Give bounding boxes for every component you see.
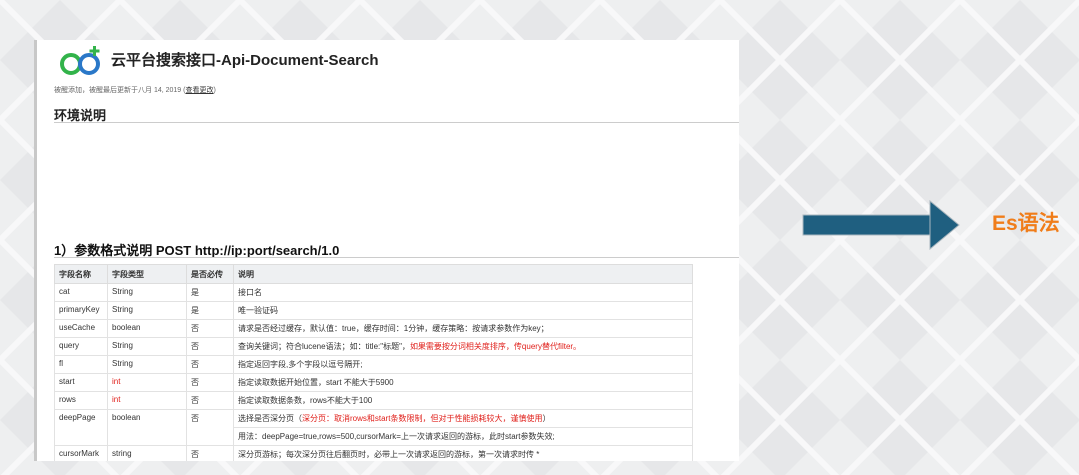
required-cell: 否 <box>186 319 234 338</box>
description-cell: 指定读取数据条数，rows不能大于100 <box>233 391 693 410</box>
view-changes-link[interactable]: 查看更改 <box>186 87 214 94</box>
column-header: 字段名称 <box>54 264 108 284</box>
column-header: 字段类型 <box>107 264 187 284</box>
required-cell: 否 <box>186 373 234 392</box>
field-type-cell: string <box>107 445 187 461</box>
table-row: deepPage boolean 否选择是否深分页（深分页：取消rows和start… <box>54 409 693 446</box>
field-name-cell: cat <box>54 283 108 302</box>
logo-icon <box>60 46 100 75</box>
field-name-cell: deepPage <box>54 409 108 446</box>
field-type-cell: int <box>107 391 187 410</box>
description-text: 接口名 <box>238 288 262 297</box>
field-type-cell: boolean <box>107 409 187 446</box>
field-name-cell: primaryKey <box>54 301 108 320</box>
description-text: 请求是否经过缓存，默认值：true，缓存时间：1分钟，缓存策略：按请求参数作为k… <box>238 324 549 333</box>
page-metadata: 被醒添加，被醒最后更新于八月 14, 2019 (查看更改) <box>54 85 216 95</box>
required-cell: 否 <box>186 337 234 356</box>
required-cell: 是 <box>186 283 234 302</box>
field-name-cell: useCache <box>54 319 108 338</box>
field-type-cell: int <box>107 373 187 392</box>
description-text: 指定读取数据开始位置，start 不能大于5900 <box>238 378 394 387</box>
required-cell: 是 <box>186 301 234 320</box>
description-text: 指定读取数据条数，rows不能大于100 <box>238 396 373 405</box>
description-cell: 接口名 <box>233 283 693 302</box>
field-type-cell: String <box>107 283 187 302</box>
required-cell: 否 <box>186 445 234 461</box>
required-cell: 否 <box>186 409 234 446</box>
field-name-cell: fl <box>54 355 108 374</box>
table-header-row: 字段名称 字段类型 是否必传 说明 <box>54 264 693 284</box>
table-row: cat String 是接口名 <box>54 283 693 302</box>
field-name-cell: start <box>54 373 108 392</box>
document-screenshot: 云平台搜索接口-Api-Document-Search 被醒添加，被醒最后更新于… <box>34 40 739 461</box>
meta-paren-close: ) <box>213 87 216 94</box>
description-cell: 请求是否经过缓存，默认值：true，缓存时间：1分钟，缓存策略：按请求参数作为k… <box>233 319 693 338</box>
description-cell: 选择是否深分页（深分页：取消rows和start条数限制，但对于性能损耗较大，谨… <box>233 409 693 428</box>
field-name-cell: cursorMark <box>54 445 108 461</box>
table-row: start int 否指定读取数据开始位置，start 不能大于5900 <box>54 373 693 392</box>
description-tail: ） <box>542 414 551 423</box>
description-cell: 深分页游标；每次深分页往后翻页时，必带上一次请求返回的游标，第一次请求时传 * <box>233 445 693 461</box>
required-cell: 否 <box>186 391 234 410</box>
table-row: cursorMark string 否深分页游标；每次深分页往后翻页时，必带上一次请… <box>54 445 693 461</box>
description-cell: 指定返回字段,多个字段以逗号隔开; <box>233 355 693 374</box>
description-text: 选择是否深分页（ <box>238 414 302 423</box>
table-row: fl String 否指定返回字段,多个字段以逗号隔开; <box>54 355 693 374</box>
description-highlight: 深分页：取消rows和start条数限制，但对于性能损耗较大，谨慎使用 <box>302 414 543 423</box>
description-highlight: 如果需要按分词相关度排序，传query替代filter。 <box>409 342 582 351</box>
column-header: 说明 <box>233 264 693 284</box>
description-usage: 用法：deepPage=true,rows=500,cursorMark=上一次… <box>233 427 693 446</box>
page-title: 云平台搜索接口-Api-Document-Search <box>111 52 379 69</box>
table-row: useCache boolean 否请求是否经过缓存，默认值：true，缓存时间：1… <box>54 319 693 338</box>
divider <box>54 122 739 123</box>
description-text: 深分页游标；每次深分页往后翻页时，必带上一次请求返回的游标，第一次请求时传 * <box>238 450 540 459</box>
divider <box>54 257 739 258</box>
description-text: 指定返回字段,多个字段以逗号隔开; <box>238 360 363 369</box>
description-text: 唯一验证码 <box>238 306 278 315</box>
field-type-cell: String <box>107 337 187 356</box>
es-syntax-label: Es语法 <box>992 212 1060 235</box>
description-cell: 唯一验证码 <box>233 301 693 320</box>
field-name-cell: query <box>54 337 108 356</box>
required-cell: 否 <box>186 355 234 374</box>
table-row: query String 否查询关键词；符合lucene语法；如：title:"标题… <box>54 337 693 356</box>
column-header: 是否必传 <box>186 264 234 284</box>
field-type-cell: String <box>107 355 187 374</box>
params-table: 字段名称 字段类型 是否必传 说明 cat String 是接口名 primaryKe… <box>54 264 693 461</box>
meta-text: 被醒添加，被醒最后更新于八月 14, 2019 <box>54 87 182 94</box>
table-row: primaryKey String 是唯一验证码 <box>54 301 693 320</box>
description-cell: 指定读取数据开始位置，start 不能大于5900 <box>233 373 693 392</box>
table-row: rows int 否指定读取数据条数，rows不能大于100 <box>54 391 693 410</box>
right-arrow-icon <box>802 200 960 250</box>
field-type-cell: boolean <box>107 319 187 338</box>
field-name-cell: rows <box>54 391 108 410</box>
field-type-cell: String <box>107 301 187 320</box>
description-text: 查询关键词；符合lucene语法；如：title:"标题"， <box>238 342 410 351</box>
description-cell: 查询关键词；符合lucene语法；如：title:"标题"，如果需要按分词相关度… <box>233 337 693 356</box>
